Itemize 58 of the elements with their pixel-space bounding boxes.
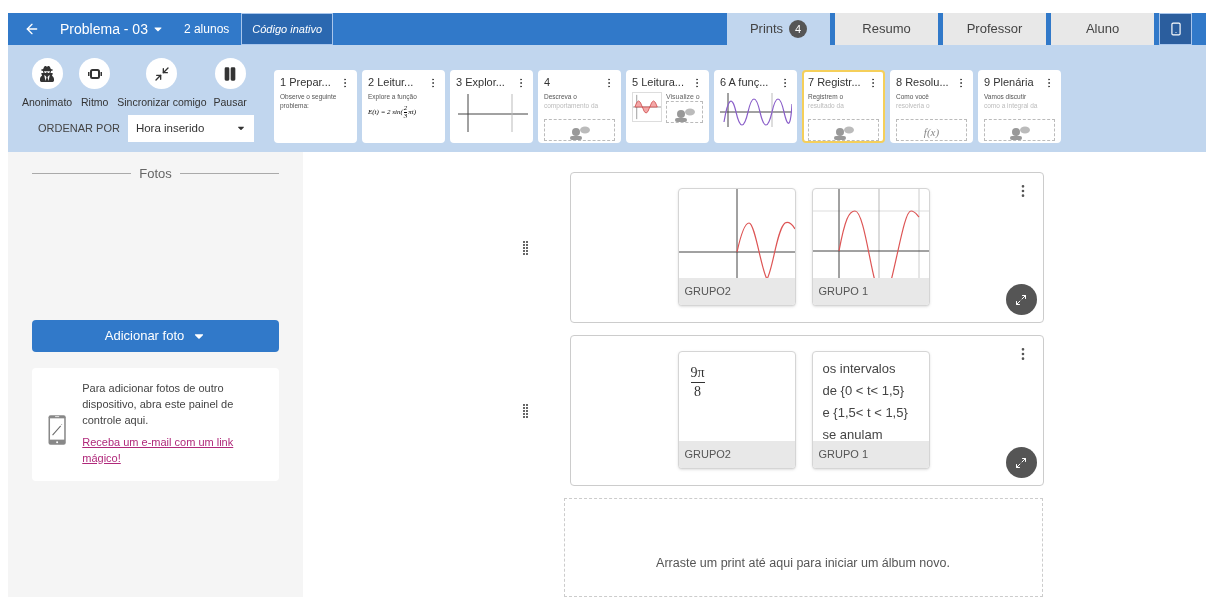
action-button[interactable]: Anonimato xyxy=(22,58,73,111)
answer-text: os intervalos xyxy=(822,360,897,377)
phone-icon xyxy=(1168,22,1183,36)
count-badge: 4 xyxy=(789,20,808,38)
problem-dropdown[interactable]: Problema - 03 xyxy=(60,18,164,40)
code-button[interactable]: Código inativo xyxy=(241,13,334,45)
slide-title: 9 Plenária xyxy=(984,76,1034,90)
formula-text: f(x) xyxy=(923,124,940,140)
section-title: Fotos xyxy=(139,165,172,183)
pace-icon xyxy=(87,68,102,79)
incognito-icon xyxy=(39,65,56,82)
slide-title: 3 Explor... xyxy=(456,76,505,90)
group-label: GRUPO2 xyxy=(684,284,731,300)
slide-card[interactable]: 3 Explor... xyxy=(450,70,533,143)
expand-button[interactable] xyxy=(1005,284,1037,315)
slide-title: 7 Registr... xyxy=(808,76,861,90)
group-label: GRUPO 1 xyxy=(818,284,868,300)
people-icon xyxy=(673,107,696,122)
slide-title: 6 A funç... xyxy=(720,76,769,90)
slide-title: 4 xyxy=(544,76,551,90)
magic-link[interactable]: Receba um e-mail com um link mágico! xyxy=(82,433,267,466)
wave-chart-drawing xyxy=(632,91,662,122)
people-icon xyxy=(568,126,591,140)
expand-icon xyxy=(1015,456,1027,469)
sort-label: ORDENAR POR xyxy=(38,121,120,136)
device-button[interactable] xyxy=(1159,13,1192,45)
answer-text: e {1,5< t < 1,5} xyxy=(822,404,909,421)
tab[interactable]: Resumo xyxy=(835,13,938,45)
students-count: 2 alunos xyxy=(183,21,230,38)
group-label: GRUPO 1 xyxy=(818,447,868,463)
tab[interactable]: Professor xyxy=(943,13,1046,45)
print-card[interactable]: os intervalos de {0 < t< 1,5} e {1,5< t < 1,5} se anulam GRUPO 1 xyxy=(811,351,930,469)
print-card[interactable]: 9π 8 GRUPO2 xyxy=(677,351,796,469)
fraction-text: 9π 8 xyxy=(690,364,705,400)
sort-dropdown[interactable]: Hora inserido xyxy=(127,114,254,142)
slide-title: 2 Leitur... xyxy=(368,76,414,90)
info-text: Para adicionar fotos de outro dispositivo, abra este painel de controle aqui. xyxy=(82,380,235,428)
answer-text: de {0 < t< 1,5} xyxy=(822,382,906,399)
people-icon xyxy=(1008,126,1031,140)
action-button[interactable]: Sincronizar comigo xyxy=(117,58,207,111)
slide-title: 5 Leitura... xyxy=(632,76,684,90)
back-icon[interactable] xyxy=(24,21,40,37)
slide-card[interactable]: 6 A funç... xyxy=(714,70,797,143)
group-label: GRUPO2 xyxy=(684,447,731,463)
expand-button[interactable] xyxy=(1005,447,1037,478)
slide-title: 8 Resolu... xyxy=(896,76,949,90)
slide-title: 1 Prepar... xyxy=(280,76,331,90)
tab[interactable]: Aluno xyxy=(1051,13,1154,45)
collapse-arrows-icon xyxy=(153,65,170,82)
wave-chart-drawing xyxy=(720,91,792,128)
print-card[interactable]: GRUPO 1 xyxy=(811,188,930,306)
answer-text: se anulam xyxy=(822,426,884,443)
dropzone[interactable]: Arraste um print até aqui para iniciar um álbum novo. xyxy=(563,498,1043,597)
expand-icon xyxy=(1015,293,1027,306)
people-icon xyxy=(832,126,855,140)
add-photo-button[interactable]: Adicionar foto xyxy=(32,319,279,352)
print-card[interactable]: GRUPO2 xyxy=(677,188,796,306)
tab[interactable]: Prints 4 xyxy=(727,13,830,45)
